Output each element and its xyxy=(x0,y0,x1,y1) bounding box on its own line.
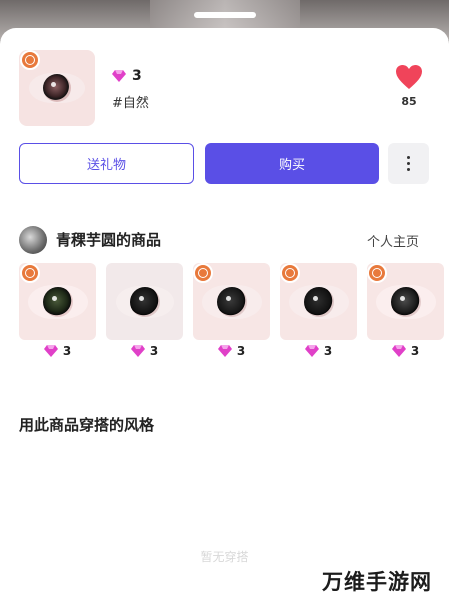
like-button[interactable] xyxy=(393,64,425,94)
product-price: 3 xyxy=(280,344,357,358)
eye-preview xyxy=(27,284,88,319)
product-card[interactable] xyxy=(106,263,183,340)
empty-state-text: 暂无穿搭 xyxy=(200,550,249,564)
eye-preview xyxy=(115,285,174,318)
pupil-graphic xyxy=(216,286,247,317)
gem-icon xyxy=(43,345,58,357)
product-price: 3 xyxy=(19,344,96,358)
sheet-drag-handle[interactable] xyxy=(194,12,256,18)
pupil-graphic xyxy=(390,286,421,317)
eye-preview xyxy=(288,284,349,319)
more-icon xyxy=(407,156,410,159)
more-icon-dot xyxy=(407,162,410,165)
product-price-value: 3 xyxy=(236,344,246,358)
copyright-badge-icon xyxy=(20,263,40,283)
buy-button[interactable]: 购买 xyxy=(205,143,379,184)
pupil-graphic xyxy=(43,74,71,102)
styles-section-title: 用此商品穿搭的风格 xyxy=(19,416,155,434)
pupil-graphic xyxy=(129,286,160,317)
eye-preview xyxy=(29,73,85,103)
pupil-graphic xyxy=(303,286,334,317)
more-button[interactable] xyxy=(388,143,429,184)
send-gift-button[interactable]: 送礼物 xyxy=(19,143,194,184)
shop-name: 青稞芋圆的商品 xyxy=(56,231,162,249)
item-price-value: 3 xyxy=(132,68,142,84)
item-price: 3 xyxy=(112,68,142,84)
product-price-value: 3 xyxy=(149,344,159,358)
gem-icon xyxy=(217,345,232,357)
gem-icon xyxy=(391,345,406,357)
product-price: 3 xyxy=(367,344,444,358)
copyright-badge-icon xyxy=(20,50,40,70)
like-count: 85 xyxy=(401,95,417,108)
heart-icon xyxy=(395,65,423,94)
eye-preview xyxy=(201,284,262,319)
watermark: 万维手游网 xyxy=(322,570,432,594)
gem-icon xyxy=(130,345,145,357)
profile-link[interactable]: 个人主页 xyxy=(367,231,419,250)
shop-avatar[interactable] xyxy=(19,226,47,254)
product-price-value: 3 xyxy=(323,344,333,358)
eye-preview xyxy=(375,284,436,319)
item-tag[interactable]: #自然 xyxy=(112,92,149,111)
gem-icon xyxy=(304,345,319,357)
product-price-value: 3 xyxy=(410,344,420,358)
copyright-badge-icon xyxy=(193,263,213,283)
copyright-badge-icon xyxy=(280,263,300,283)
more-icon-dot xyxy=(407,168,410,171)
copyright-badge-icon xyxy=(367,263,387,283)
product-price-value: 3 xyxy=(62,344,72,358)
product-price: 3 xyxy=(193,344,270,358)
pupil-graphic xyxy=(42,286,73,317)
gem-icon xyxy=(112,70,126,82)
product-price: 3 xyxy=(106,344,183,358)
